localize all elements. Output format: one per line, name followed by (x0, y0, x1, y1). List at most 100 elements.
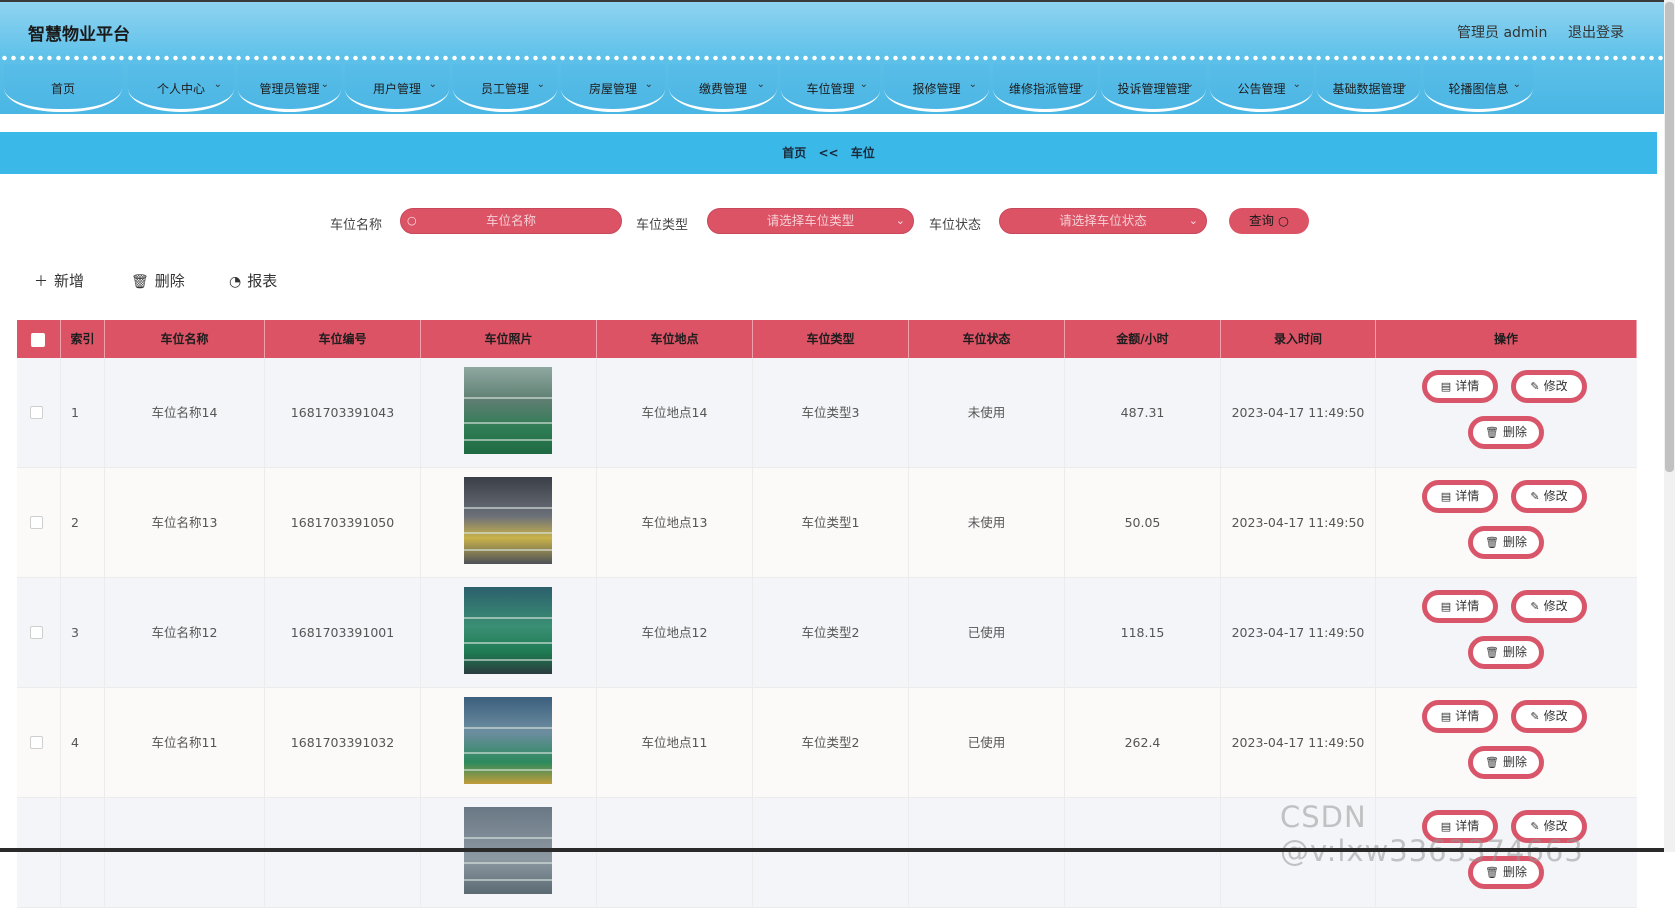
add-button[interactable]: ＋ 新增 (34, 270, 84, 291)
cell-status (909, 798, 1065, 908)
photo-stripe (464, 397, 552, 399)
app-title: 智慧物业平台 (28, 25, 130, 45)
cell-name: 车位名称11 (105, 688, 265, 798)
cell-type: 车位类型2 (753, 688, 909, 798)
edit-button[interactable]: ✎ 修改 (1511, 370, 1587, 403)
cell-index: 4 (61, 688, 105, 798)
row-checkbox[interactable] (30, 516, 43, 529)
plus-icon: ＋ (34, 274, 48, 290)
edit-button[interactable]: ✎ 修改 (1511, 590, 1587, 623)
column-header: 录入时间 (1221, 320, 1376, 358)
scrollbar-thumb[interactable] (1665, 2, 1674, 472)
search-type-select[interactable]: 请选择车位类型 ⌄ (707, 208, 914, 234)
row-checkbox[interactable] (30, 626, 43, 639)
cell-code: 1681703391001 (265, 578, 421, 688)
cell-time: 2023-04-17 11:49:50 (1221, 358, 1376, 468)
cell-time: 2023-04-17 11:49:50 (1221, 688, 1376, 798)
delete-label: 删除 (154, 272, 185, 290)
table-row: 1 车位名称14 1681703391043 车位地点14 车位类型3 未使用 487.31… (17, 358, 1637, 468)
vertical-scrollbar[interactable] (1664, 0, 1675, 852)
edit-button-label: 修改 (1543, 379, 1568, 393)
edit-button[interactable]: ✎ 修改 (1511, 700, 1587, 733)
nav-item[interactable]: 首页 (4, 64, 122, 112)
delete-button[interactable]: 🗑 删除 (1468, 636, 1544, 669)
search-icon: ○ (407, 214, 417, 227)
nav-item[interactable]: 投诉管理管理 ⌄ (1101, 64, 1206, 112)
edit-button[interactable]: ✎ 修改 (1511, 480, 1587, 513)
cell-index: 2 (61, 468, 105, 578)
cell-name: 车位名称13 (105, 468, 265, 578)
detail-button-label: 详情 (1455, 709, 1480, 723)
parking-photo (464, 587, 552, 674)
trash-icon: 🗑 (1485, 426, 1499, 439)
photo-stripe (464, 769, 552, 771)
edit-button-label: 修改 (1543, 709, 1568, 723)
delete-button-label: 删除 (1502, 535, 1527, 549)
nav-item[interactable]: 个人中心 ⌄ (128, 64, 234, 112)
row-checkbox[interactable] (30, 736, 43, 749)
photo-stripe (464, 879, 552, 881)
nav-item[interactable]: 缴费管理 ⌄ (669, 64, 777, 112)
chevron-down-icon: ⌄ (428, 79, 437, 90)
delete-button[interactable]: 🗑 删除 (1468, 746, 1544, 779)
query-button[interactable]: 查询 ○ (1229, 208, 1309, 234)
cell-index (61, 798, 105, 908)
nav-item[interactable]: 轮播图信息 ⌄ (1424, 64, 1533, 112)
nav-item[interactable]: 管理员管理 ⌄ (238, 64, 341, 112)
cell-price: 487.31 (1065, 358, 1221, 468)
query-label: 查询 (1249, 213, 1275, 228)
bulk-delete-button[interactable]: 🗑 删除 (131, 270, 185, 291)
detail-button[interactable]: ▤ 详情 (1422, 480, 1498, 513)
photo-stripe (464, 507, 552, 509)
search-status-select[interactable]: 请选择车位状态 ⌄ (999, 208, 1207, 234)
detail-button[interactable]: ▤ 详情 (1422, 370, 1498, 403)
pencil-icon: ✎ (1530, 710, 1540, 723)
column-header: 车位类型 (753, 320, 909, 358)
chevron-down-icon: ⌄ (756, 79, 765, 90)
detail-button-label: 详情 (1455, 599, 1480, 613)
detail-button[interactable]: ▤ 详情 (1422, 590, 1498, 623)
cell-time: 2023-04-17 11:49:50 (1221, 578, 1376, 688)
cell-price (1065, 798, 1221, 908)
delete-button[interactable]: 🗑 删除 (1468, 416, 1544, 449)
cell-code: 1681703391032 (265, 688, 421, 798)
search-name-input[interactable]: ○ 车位名称 (400, 208, 622, 234)
detail-button[interactable]: ▤ 详情 (1422, 700, 1498, 733)
cell-index: 3 (61, 578, 105, 688)
detail-button-label: 详情 (1455, 379, 1480, 393)
search-icon: ○ (1278, 213, 1289, 228)
pencil-icon: ✎ (1530, 600, 1540, 613)
logout-link[interactable]: 退出登录 (1568, 22, 1624, 42)
row-select-cell (17, 798, 61, 908)
nav-item[interactable]: 员工管理 ⌄ (453, 64, 557, 112)
user-info: 管理员 admin (1457, 25, 1548, 41)
nav-item[interactable]: 报修管理 ⌄ (884, 64, 989, 112)
search-status-placeholder: 请选择车位状态 (1059, 213, 1147, 228)
photo-stripe (464, 532, 552, 534)
photo-stripe (464, 862, 552, 864)
chevron-down-icon: ⌄ (644, 79, 653, 90)
nav-item[interactable]: 维修指派管理 ⌄ (993, 64, 1097, 112)
row-checkbox[interactable] (30, 406, 43, 419)
trash-icon: 🗑 (1485, 536, 1499, 549)
nav-item[interactable]: 用户管理 ⌄ (345, 64, 449, 112)
delete-button-label: 删除 (1502, 425, 1527, 439)
nav-item[interactable]: 车位管理 ⌄ (781, 64, 880, 112)
nav-item[interactable]: 公告管理 ⌄ (1210, 64, 1313, 112)
select-all-checkbox[interactable] (31, 333, 45, 347)
nav-item[interactable]: 基础数据管理 ⌄ (1317, 64, 1420, 112)
chevron-down-icon: ⌄ (895, 214, 905, 227)
delete-button[interactable]: 🗑 删除 (1468, 526, 1544, 559)
nav-item[interactable]: 房屋管理 ⌄ (561, 64, 665, 112)
photo-stripe (464, 549, 552, 551)
photo-stripe (464, 659, 552, 661)
cell-price: 50.05 (1065, 468, 1221, 578)
breadcrumb: 首页 << 车位 (0, 132, 1657, 174)
cell-location: 车位地点12 (597, 578, 753, 688)
breadcrumb-home[interactable]: 首页 (782, 146, 806, 160)
report-button[interactable]: ◔ 报表 (229, 270, 277, 291)
search-type-placeholder: 请选择车位类型 (766, 213, 855, 228)
search-name-label: 车位名称 (330, 218, 383, 233)
cell-status: 未使用 (909, 358, 1065, 468)
trash-icon: 🗑 (1485, 756, 1499, 769)
